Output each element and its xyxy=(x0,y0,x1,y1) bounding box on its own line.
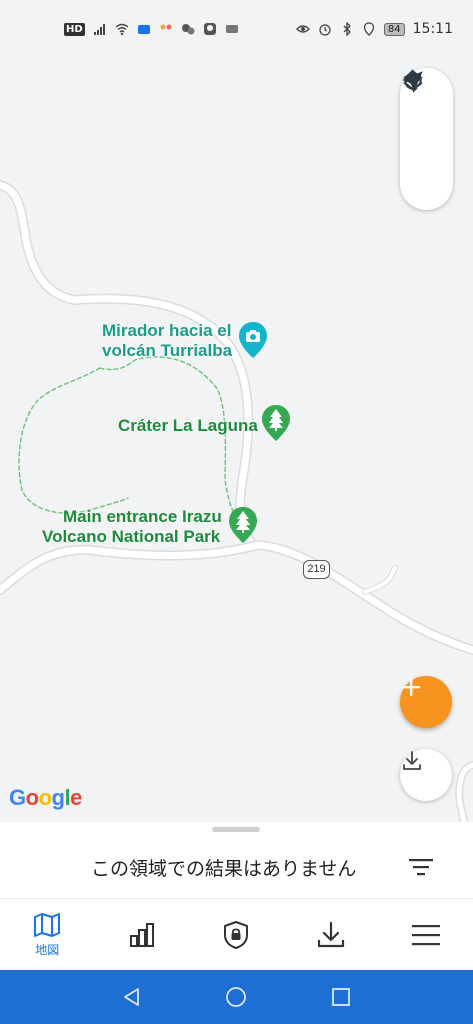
park-pin-icon[interactable] xyxy=(228,506,258,544)
place-label-crater-la-laguna[interactable]: Cráter La Laguna xyxy=(118,416,258,436)
place-label-line: Volcano National Park xyxy=(42,527,221,546)
tab-privacy[interactable] xyxy=(189,899,284,970)
road-shield-219: 219 xyxy=(303,560,330,579)
download-icon xyxy=(317,921,345,947)
home-circle-icon xyxy=(226,987,247,1007)
menu-icon xyxy=(411,924,440,945)
tab-label: 地図 xyxy=(35,942,60,957)
bluetooth-icon xyxy=(343,22,351,36)
no-results-message: この領域での結果はありません xyxy=(91,858,357,880)
add-button[interactable] xyxy=(400,676,452,728)
download-icon xyxy=(403,751,421,770)
place-label-main-entrance[interactable]: Main entrance Irazu Volcano National Par… xyxy=(42,507,222,547)
map-view[interactable]: Mirador hacia el volcán Turrialba Cráter… xyxy=(0,0,473,822)
lock-shield-icon xyxy=(224,920,249,949)
system-nav-bar xyxy=(0,970,473,1024)
alarm-icon xyxy=(319,24,331,36)
app-notification-icon xyxy=(181,24,195,35)
back-triangle-icon xyxy=(124,988,140,1006)
signal-icon xyxy=(93,24,105,35)
nav-back-button[interactable] xyxy=(112,977,152,1017)
park-pin-icon[interactable] xyxy=(261,404,291,442)
battery-indicator: 84 xyxy=(383,22,405,36)
tab-downloads[interactable] xyxy=(284,899,379,970)
wifi-icon xyxy=(115,23,129,36)
my-location-button[interactable] xyxy=(403,71,447,202)
plus-icon xyxy=(402,678,420,696)
navigation-arrow-icon xyxy=(403,71,423,91)
eye-icon xyxy=(295,25,310,33)
download-map-button[interactable] xyxy=(400,749,452,801)
hd-badge: HD xyxy=(64,22,85,36)
recents-square-icon xyxy=(331,988,350,1006)
app-notification-icon xyxy=(225,25,238,33)
layers-button[interactable] xyxy=(403,70,447,159)
bottom-tab-bar: 地図 xyxy=(0,898,473,970)
map-icon xyxy=(34,912,61,937)
filter-icon xyxy=(409,859,433,876)
stats-icon xyxy=(129,922,154,947)
tab-map[interactable]: 地図 xyxy=(0,899,95,970)
results-sheet[interactable]: この領域での結果はありません xyxy=(0,822,473,898)
google-logo: Google xyxy=(9,785,82,810)
status-bar: HD 84 15:11 xyxy=(0,0,473,58)
place-label-mirador[interactable]: Mirador hacia el volcán Turrialba xyxy=(102,321,232,361)
tab-stats[interactable] xyxy=(95,899,190,970)
sheet-drag-handle[interactable] xyxy=(212,827,260,832)
map-controls xyxy=(400,68,453,210)
app-notification-icon xyxy=(203,23,216,35)
filter-button[interactable] xyxy=(404,852,438,882)
status-time: 15:11 xyxy=(412,21,453,37)
nav-home-button[interactable] xyxy=(216,977,256,1017)
nav-recents-button[interactable] xyxy=(321,977,361,1017)
place-label-line: Mirador hacia el xyxy=(102,321,232,340)
place-label-line: Main entrance Irazu xyxy=(63,507,222,526)
tab-menu[interactable] xyxy=(378,899,473,970)
camera-pin-icon[interactable] xyxy=(238,321,268,359)
location-icon xyxy=(363,22,375,36)
place-label-line: volcán Turrialba xyxy=(102,341,233,360)
app-notification-icon xyxy=(137,25,150,34)
app-notification-icon xyxy=(160,24,172,30)
place-label-line: Cráter La Laguna xyxy=(118,416,258,435)
